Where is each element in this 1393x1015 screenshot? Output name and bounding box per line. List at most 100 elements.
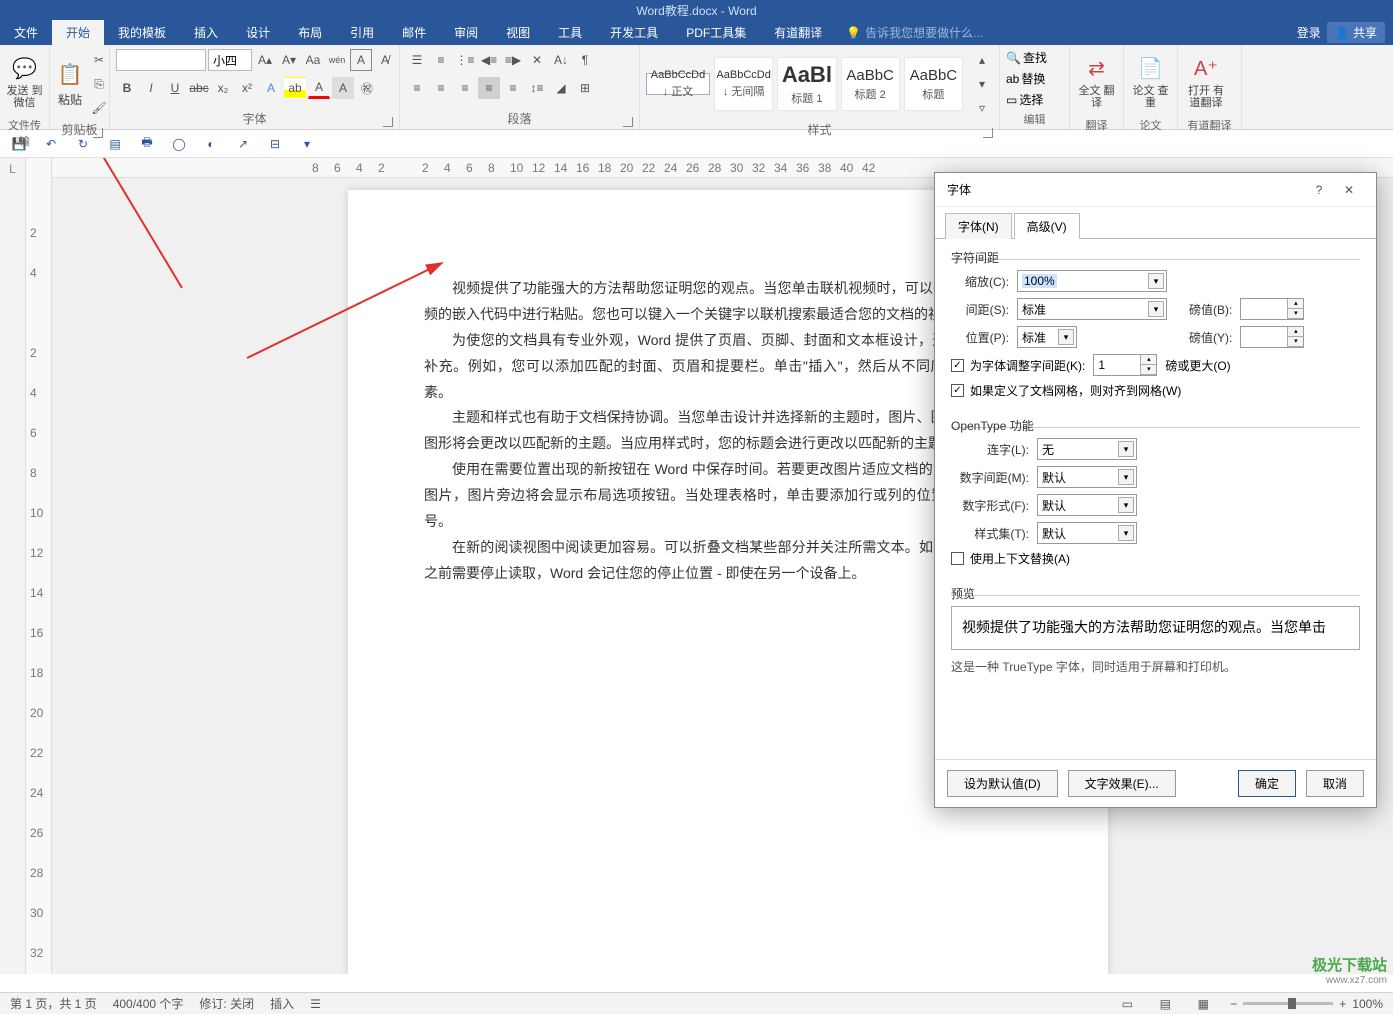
strike-button[interactable]: abc [188, 77, 210, 99]
paragraph-launcher[interactable] [623, 117, 633, 127]
bold-button[interactable]: B [116, 77, 138, 99]
style-nospacing[interactable]: AaBbCcDd↓ 无间隔 [714, 57, 773, 111]
shrink-font-button[interactable]: A▾ [278, 49, 300, 71]
style-set-combo[interactable]: 默认▾ [1037, 522, 1137, 544]
clear-format-button[interactable]: A̸ [374, 49, 396, 71]
change-case-button[interactable]: Aa [302, 49, 324, 71]
char-border-button[interactable]: A [350, 49, 372, 71]
spacing-points-spinner[interactable]: ▴▾ [1240, 298, 1304, 320]
num-spacing-combo[interactable]: 默认▾ [1037, 466, 1137, 488]
tab-advanced[interactable]: 高级(V) [1014, 213, 1080, 239]
style-heading1[interactable]: AaBl标题 1 [777, 57, 836, 111]
menu-tools[interactable]: 工具 [544, 20, 596, 45]
dialog-titlebar[interactable]: 字体 ? ✕ [935, 173, 1376, 207]
numbering-button[interactable]: ≡ [430, 49, 452, 71]
font-size-combo[interactable]: 小四 [208, 49, 252, 71]
zoom-slider[interactable]: − + 100% [1230, 997, 1383, 1011]
youdao-button[interactable]: A⁺打开 有道翻译 [1184, 49, 1228, 115]
phonetic-button[interactable]: wén [326, 49, 348, 71]
highlight-button[interactable]: ab [284, 77, 306, 99]
clipboard-launcher[interactable] [93, 128, 103, 138]
dialog-close-button[interactable]: ✕ [1334, 183, 1364, 197]
sort-button[interactable]: A↓ [550, 49, 572, 71]
qat-8[interactable]: ⊟ [266, 135, 284, 153]
kerning-spinner[interactable]: 1▴▾ [1093, 354, 1157, 376]
style-title[interactable]: AaBbC标题 [904, 57, 963, 111]
qat-9[interactable]: ▾ [298, 135, 316, 153]
qat-6[interactable]: ◐ [202, 135, 220, 153]
cut-button[interactable]: ✂ [88, 49, 110, 71]
cancel-button[interactable]: 取消 [1306, 770, 1364, 797]
justify-button[interactable]: ≡ [478, 77, 500, 99]
styles-up-button[interactable]: ▴ [971, 49, 993, 71]
num-form-combo[interactable]: 默认▾ [1037, 494, 1137, 516]
menu-mytemplates[interactable]: 我的模板 [104, 20, 180, 45]
paper-check-button[interactable]: 📄论文 查重 [1130, 49, 1171, 115]
text-effect-button[interactable]: A [260, 77, 282, 99]
status-words[interactable]: 400/400 个字 [113, 995, 184, 1012]
kerning-checkbox[interactable]: ✓为字体调整字间距(K): [951, 357, 1085, 374]
snap-grid-checkbox[interactable]: ✓如果定义了文档网格，则对齐到网格(W) [951, 382, 1181, 399]
tab-selector[interactable]: L [0, 158, 26, 974]
position-combo[interactable]: 标准▾ [1017, 326, 1077, 348]
full-translate-button[interactable]: ⇄全文 翻译 [1076, 49, 1117, 115]
zoom-value[interactable]: 100% [1352, 997, 1383, 1011]
menu-youdao[interactable]: 有道翻译 [760, 20, 836, 45]
qat-7[interactable]: ↗ [234, 135, 252, 153]
multilevel-button[interactable]: ⋮≡ [454, 49, 476, 71]
styles-down-button[interactable]: ▾ [971, 73, 993, 95]
print-button[interactable]: 🖶 [138, 135, 156, 153]
qat-5[interactable]: ◯ [170, 135, 188, 153]
select-button[interactable]: ▭ 选择 [1006, 91, 1043, 108]
tell-me[interactable]: 💡告诉我您想要做什么... [846, 20, 983, 45]
dialog-help-button[interactable]: ? [1304, 183, 1334, 197]
asian-layout-button[interactable]: ✕ [526, 49, 548, 71]
menu-mailings[interactable]: 邮件 [388, 20, 440, 45]
copy-button[interactable]: ⎘ [88, 73, 110, 95]
paste-button[interactable]: 📋粘贴 [56, 51, 84, 117]
char-shading-button[interactable]: A [332, 77, 354, 99]
format-painter-button[interactable]: 🖌 [88, 97, 110, 119]
menu-pdf[interactable]: PDF工具集 [672, 20, 760, 45]
show-marks-button[interactable]: ¶ [574, 49, 596, 71]
style-normal[interactable]: AaBbCcDd↓ 正文 [646, 73, 710, 95]
font-name-combo[interactable] [116, 49, 206, 71]
status-track[interactable]: 修订: 关闭 [199, 995, 254, 1012]
zoom-out-button[interactable]: − [1230, 997, 1237, 1011]
subscript-button[interactable]: x₂ [212, 77, 234, 99]
menu-file[interactable]: 文件 [0, 20, 52, 45]
italic-button[interactable]: I [140, 77, 162, 99]
scale-combo[interactable]: 100%▾ [1017, 270, 1167, 292]
style-heading2[interactable]: AaBbC标题 2 [841, 57, 900, 111]
line-spacing-button[interactable]: ↕≡ [526, 77, 548, 99]
menu-design[interactable]: 设计 [232, 20, 284, 45]
share-button[interactable]: 👤 共享 [1327, 22, 1385, 43]
view-print-button[interactable]: ▤ [1154, 993, 1176, 1015]
view-read-button[interactable]: ▭ [1116, 993, 1138, 1015]
view-web-button[interactable]: ▦ [1192, 993, 1214, 1015]
menu-insert[interactable]: 插入 [180, 20, 232, 45]
menu-references[interactable]: 引用 [336, 20, 388, 45]
increase-indent-button[interactable]: ≡▶ [502, 49, 524, 71]
ligature-combo[interactable]: 无▾ [1037, 438, 1137, 460]
underline-button[interactable]: U [164, 77, 186, 99]
ok-button[interactable]: 确定 [1238, 770, 1296, 797]
menu-developer[interactable]: 开发工具 [596, 20, 672, 45]
text-effects-button[interactable]: 文字效果(E)... [1068, 770, 1176, 797]
status-insert[interactable]: 插入 [270, 995, 294, 1012]
vertical-ruler[interactable]: 242468101214161820222426283032 [26, 158, 52, 974]
styles-more-button[interactable]: ▿ [971, 97, 993, 119]
status-extra-icon[interactable]: ☰ [310, 997, 321, 1011]
enclose-char-button[interactable]: ㊗ [356, 77, 378, 99]
new-button[interactable]: ▤ [106, 135, 124, 153]
status-page[interactable]: 第 1 页，共 1 页 [10, 995, 97, 1012]
styles-launcher[interactable] [983, 128, 993, 138]
send-wechat-button[interactable]: 💬发送 到微信 [6, 49, 43, 115]
align-right-button[interactable]: ≡ [454, 77, 476, 99]
spacing-combo[interactable]: 标准▾ [1017, 298, 1167, 320]
login-link[interactable]: 登录 [1297, 24, 1321, 41]
borders-button[interactable]: ⊞ [574, 77, 596, 99]
superscript-button[interactable]: x² [236, 77, 258, 99]
position-points-spinner[interactable]: ▴▾ [1240, 326, 1304, 348]
align-left-button[interactable]: ≡ [406, 77, 428, 99]
